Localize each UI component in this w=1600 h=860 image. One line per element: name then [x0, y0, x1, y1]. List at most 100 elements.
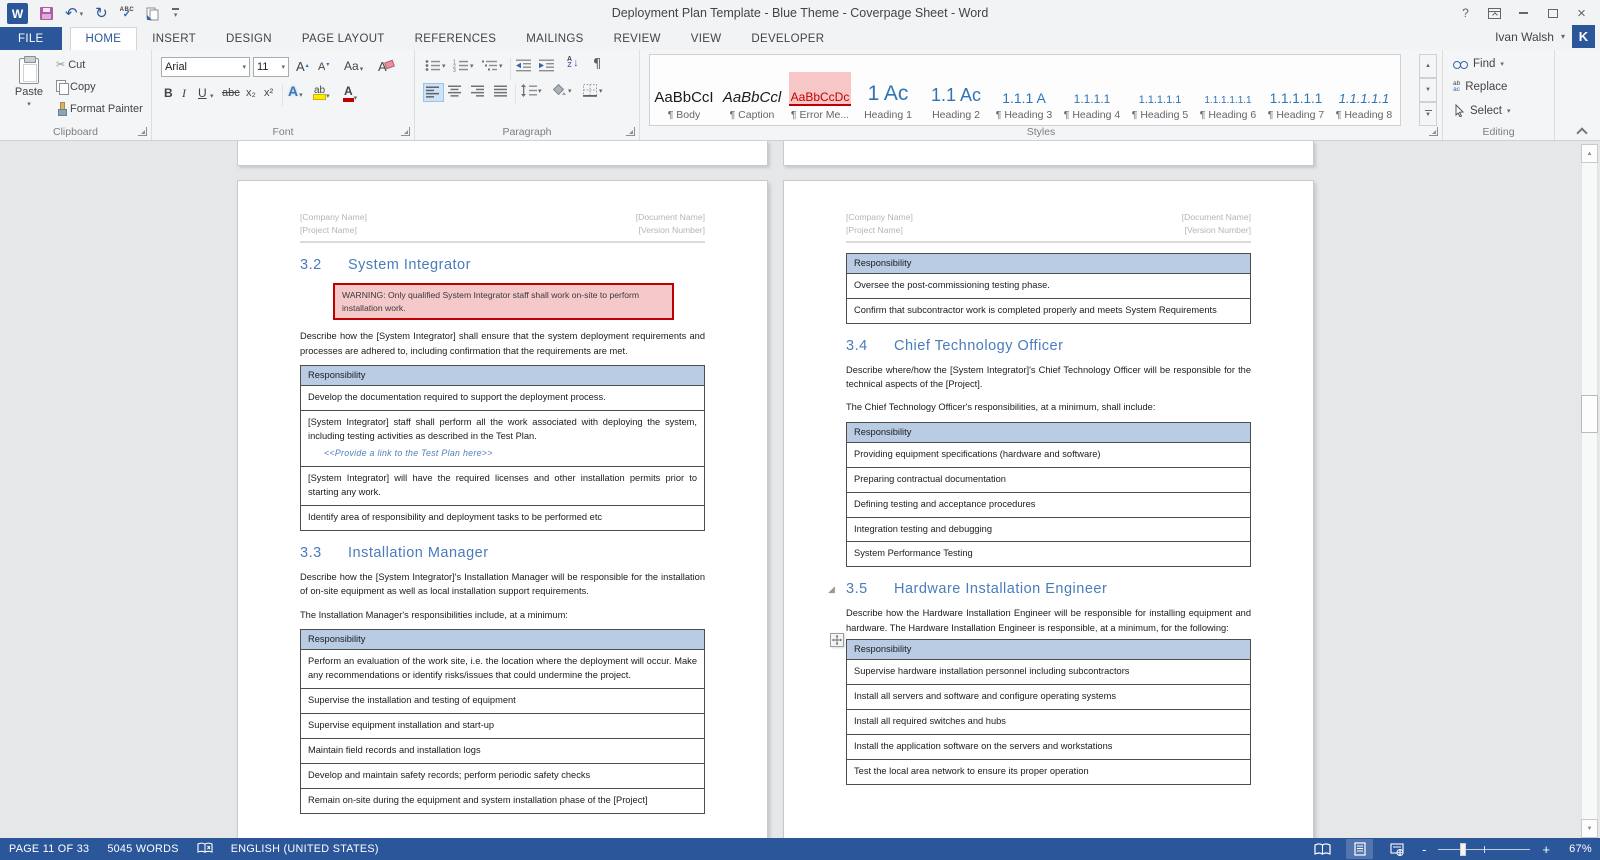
font-family-select[interactable]: Arial▾	[161, 57, 250, 77]
avatar[interactable]: K	[1572, 25, 1595, 48]
font-size-select[interactable]: 11▾	[253, 57, 289, 77]
responsibility-table-3[interactable]: Responsibility Oversee the post-commissi…	[846, 253, 1251, 324]
document-page-left[interactable]: [Company Name][Project Name] [Document N…	[237, 180, 768, 838]
styles-scroll-up-button[interactable]: ▲	[1419, 54, 1437, 78]
italic-button[interactable]: I	[182, 86, 186, 101]
style-heading-7[interactable]: 1.1.1.1.1¶ Heading 7	[1262, 55, 1330, 125]
numbering-button[interactable]: 123 ▾	[453, 59, 474, 72]
account-area[interactable]: Ivan Walsh ▾ K	[1495, 25, 1595, 48]
styles-more-button[interactable]: ▼	[1419, 102, 1437, 126]
style-heading-4[interactable]: 1.1.1.1¶ Heading 4	[1058, 55, 1126, 125]
scroll-up-button[interactable]: ▲	[1581, 144, 1598, 163]
ribbon-tab[interactable]: REFERENCES	[400, 27, 512, 50]
replace-button[interactable]: abac Replace	[1453, 81, 1507, 93]
ribbon-tab[interactable]: REVIEW	[599, 27, 676, 50]
dialog-launcher-icon[interactable]	[1429, 127, 1438, 136]
bullets-button[interactable]: ▾	[425, 59, 446, 72]
style-heading-1[interactable]: 1 AcHeading 1	[854, 55, 922, 125]
page-indicator[interactable]: PAGE 11 OF 33	[9, 843, 89, 855]
ribbon-tab[interactable]: MAILINGS	[511, 27, 598, 50]
sort-button[interactable]: AZ ↓	[567, 57, 579, 69]
ribbon-display-options-button[interactable]	[1480, 0, 1509, 26]
align-center-button[interactable]	[448, 85, 463, 98]
style-heading-6[interactable]: 1.1.1.1.1.1¶ Heading 6	[1194, 55, 1262, 125]
document-page-right[interactable]: [Company Name][Project Name] [Document N…	[783, 180, 1314, 838]
style-heading-2[interactable]: 1.1 AcHeading 2	[922, 55, 990, 125]
collapse-heading-icon[interactable]: ◢	[828, 585, 835, 595]
vertical-scrollbar[interactable]: ▲ ▼	[1579, 144, 1600, 838]
test-plan-link[interactable]: <<Provide a link to the Test Plan here>>	[324, 447, 697, 460]
format-painter-button[interactable]: Format Painter	[56, 102, 143, 115]
justify-button[interactable]	[494, 85, 509, 98]
copy-button[interactable]: Copy	[56, 80, 96, 93]
highlight-button[interactable]: ab▾	[314, 85, 330, 100]
underline-button[interactable]: U	[198, 86, 207, 100]
ribbon-tab[interactable]: DEVELOPER	[736, 27, 839, 50]
align-right-button[interactable]	[471, 85, 486, 98]
style-heading-3[interactable]: 1.1.1 A¶ Heading 3	[990, 55, 1058, 125]
zoom-in-button[interactable]: +	[1540, 842, 1552, 857]
scroll-down-button[interactable]: ▼	[1581, 819, 1598, 838]
help-button[interactable]: ?	[1451, 0, 1480, 26]
style-error-message[interactable]: AaBbCcDc¶ Error Me...	[786, 55, 854, 125]
scrollbar-thumb[interactable]	[1581, 395, 1598, 433]
strikethrough-button[interactable]: abc	[222, 87, 240, 99]
subscript-button[interactable]: x₂	[246, 87, 256, 99]
ribbon-tab[interactable]: INSERT	[137, 27, 211, 50]
ribbon-tab[interactable]: VIEW	[676, 27, 737, 50]
ribbon-tab[interactable]: PAGE LAYOUT	[287, 27, 400, 50]
zoom-level[interactable]: 67%	[1562, 843, 1592, 855]
table-move-handle[interactable]	[830, 633, 844, 647]
tab-file[interactable]: FILE	[0, 27, 62, 50]
grow-font-button[interactable]: A▴	[296, 59, 309, 74]
font-color-button[interactable]: A▾	[344, 84, 357, 102]
find-button[interactable]: Find▾	[1453, 58, 1504, 70]
word-count[interactable]: 5045 WORDS	[107, 843, 178, 855]
style-heading-8[interactable]: 1.1.1.1.1¶ Heading 8	[1330, 55, 1398, 125]
multilevel-list-button[interactable]: ▾	[482, 59, 503, 72]
dialog-launcher-icon[interactable]	[626, 127, 635, 136]
zoom-slider[interactable]	[1438, 843, 1530, 856]
increase-indent-button[interactable]	[539, 59, 555, 72]
responsibility-table-5[interactable]: Responsibility Supervise hardware instal…	[846, 639, 1251, 785]
style-body[interactable]: AaBbCcI¶ Body	[650, 55, 718, 125]
shading-button[interactable]: ▾	[551, 84, 572, 97]
dialog-launcher-icon[interactable]	[401, 127, 410, 136]
proofing-status[interactable]	[197, 842, 213, 857]
responsibility-table-4[interactable]: Responsibility Providing equipment speci…	[846, 422, 1251, 568]
bold-button[interactable]: B	[164, 86, 173, 100]
style-caption[interactable]: AaBbCcl¶ Caption	[718, 55, 786, 125]
line-spacing-button[interactable]: ▾	[521, 84, 542, 97]
close-button[interactable]: ×	[1567, 0, 1596, 26]
read-mode-button[interactable]	[1309, 839, 1336, 859]
underline-dropdown[interactable]: ▾	[210, 92, 214, 100]
collapse-ribbon-button[interactable]	[1578, 126, 1586, 134]
change-case-button[interactable]: Aa▾	[344, 59, 363, 73]
tab-home[interactable]: HOME	[70, 27, 138, 50]
restore-button[interactable]	[1538, 0, 1567, 26]
ribbon-tab[interactable]: DESIGN	[211, 27, 287, 50]
decrease-indent-button[interactable]	[516, 59, 532, 72]
cut-button[interactable]: ✂ Cut	[56, 58, 85, 71]
show-formatting-button[interactable]: ¶	[593, 57, 601, 72]
select-button[interactable]: Select▾	[1453, 104, 1510, 117]
dialog-launcher-icon[interactable]	[138, 127, 147, 136]
style-heading-5[interactable]: 1.1.1.1.1¶ Heading 5	[1126, 55, 1194, 125]
zoom-out-button[interactable]: -	[1420, 842, 1428, 857]
align-left-button[interactable]	[423, 83, 444, 102]
styles-scroll-down-button[interactable]: ▼	[1419, 78, 1437, 102]
zoom-slider-thumb[interactable]	[1460, 843, 1466, 856]
superscript-button[interactable]: x²	[264, 87, 273, 99]
paste-button[interactable]: Paste ▾	[8, 55, 50, 127]
responsibility-table-1[interactable]: Responsibility Develop the documentation…	[300, 365, 705, 531]
print-layout-button[interactable]	[1346, 839, 1373, 859]
responsibility-table-2[interactable]: Responsibility Perform an evaluation of …	[300, 629, 705, 814]
web-layout-button[interactable]	[1383, 839, 1410, 859]
shrink-font-button[interactable]: A▾	[318, 61, 329, 73]
minimize-button[interactable]	[1509, 0, 1538, 26]
clear-formatting-button[interactable]: A	[378, 59, 387, 74]
text-effects-button[interactable]: A▾	[288, 83, 303, 99]
scrollbar-track[interactable]	[1581, 144, 1598, 838]
borders-button[interactable]: ▾	[583, 84, 603, 97]
document-area[interactable]: [Company Name][Project Name] [Document N…	[0, 141, 1600, 838]
